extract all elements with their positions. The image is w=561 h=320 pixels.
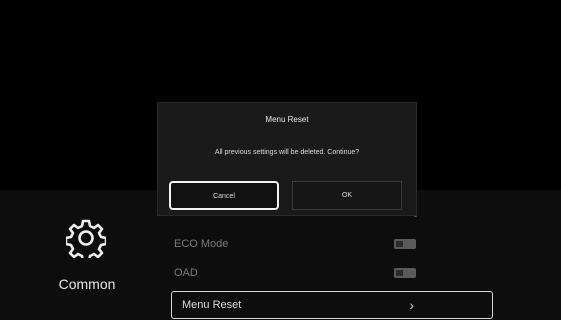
menu-item-eco-mode[interactable]: ECO Mode xyxy=(174,232,490,256)
menu-item-oad[interactable]: OAD xyxy=(174,261,490,285)
dialog-message: All previous settings will be deleted. C… xyxy=(214,149,360,156)
tv-settings-screen: Common ECO Mode OAD Menu Reset › Menu Re… xyxy=(0,0,561,320)
menu-item-label: Menu Reset xyxy=(182,299,242,311)
dialog-title: Menu Reset xyxy=(265,115,309,124)
oad-toggle[interactable] xyxy=(394,268,416,278)
ok-button[interactable]: OK xyxy=(292,181,402,210)
chevron-right-icon: › xyxy=(409,297,414,313)
menu-item-label: ECO Mode xyxy=(174,238,229,250)
menu-reset-dialog: Menu Reset All previous settings will be… xyxy=(157,102,417,216)
menu-item-menu-reset[interactable]: Menu Reset › xyxy=(171,291,493,319)
eco-mode-toggle[interactable] xyxy=(394,239,416,249)
category-label: Common xyxy=(58,276,116,292)
cancel-button[interactable]: Cancel xyxy=(169,181,279,210)
menu-item-label: OAD xyxy=(174,267,198,279)
gear-icon xyxy=(66,219,106,258)
